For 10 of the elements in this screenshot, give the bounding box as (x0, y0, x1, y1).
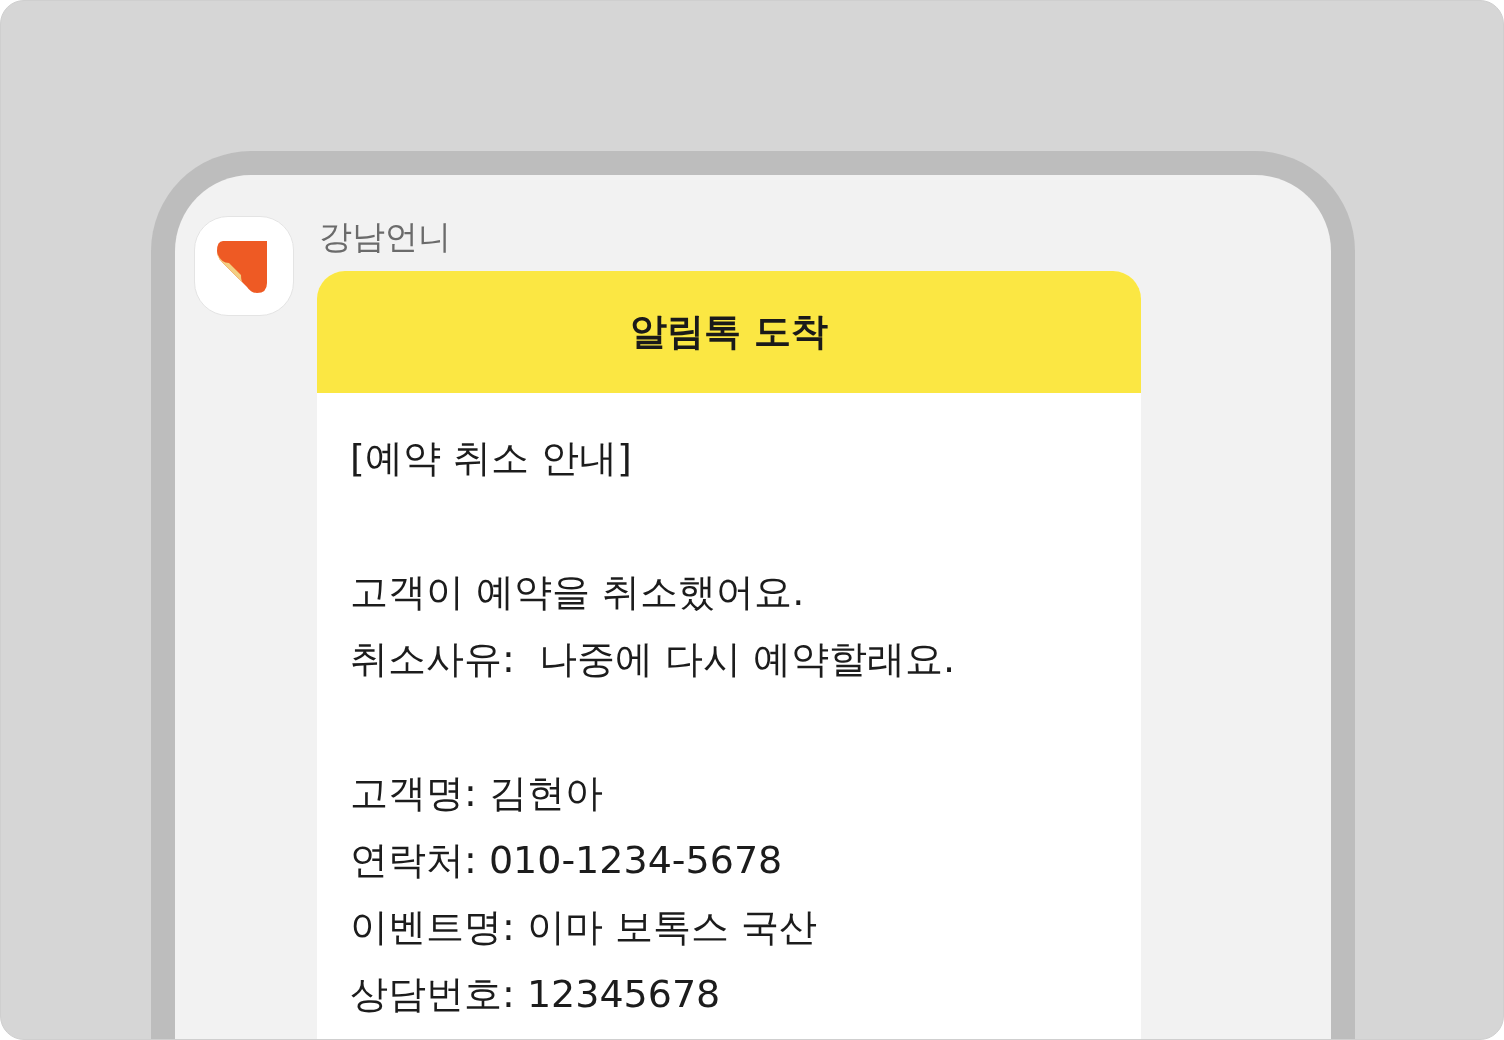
message-line: 고객이 예약을 취소했어요. (350, 569, 806, 616)
message-line: 이벤트명: 이마 보톡스 국산 (350, 904, 819, 951)
message-line: 고객명: 김현아 (350, 770, 604, 817)
message-line: 연락처: 010-1234-5678 (350, 837, 784, 884)
message-line: [예약 취소 안내] (350, 435, 633, 482)
message-line: 상담번호: 12345678 (350, 971, 722, 1018)
app-icon (194, 216, 294, 316)
message-line: 취소사유: 나중에 다시 예약할래요. (350, 636, 957, 683)
card-header: 알림톡 도착 (317, 271, 1141, 393)
sender-name: 강남언니 (319, 216, 452, 258)
